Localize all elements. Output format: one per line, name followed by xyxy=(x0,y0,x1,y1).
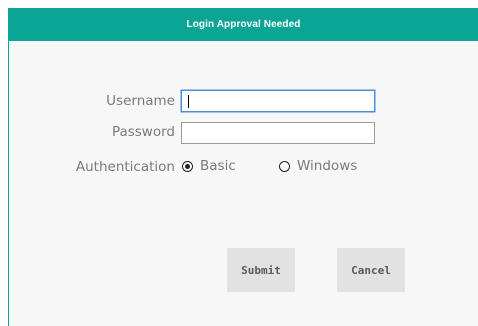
login-dialog: Login Approval Needed Username Password … xyxy=(8,8,478,326)
text-caret xyxy=(188,95,189,108)
submit-button[interactable]: Submit xyxy=(227,248,295,292)
auth-radio-windows-label: Windows xyxy=(297,158,358,174)
auth-radio-basic-label: Basic xyxy=(200,158,236,174)
username-input[interactable] xyxy=(181,90,375,112)
password-input[interactable] xyxy=(181,122,375,144)
auth-radio-windows[interactable]: Windows xyxy=(279,158,357,174)
username-label: Username xyxy=(106,93,175,109)
password-label: Password xyxy=(111,124,175,140)
radio-checked-icon xyxy=(182,160,193,172)
cancel-button[interactable]: Cancel xyxy=(337,248,405,292)
radio-unchecked-icon xyxy=(279,160,290,172)
auth-radio-basic[interactable]: Basic xyxy=(182,158,236,174)
dialog-title: Login Approval Needed xyxy=(9,8,478,41)
authentication-label: Authentication xyxy=(75,159,175,175)
